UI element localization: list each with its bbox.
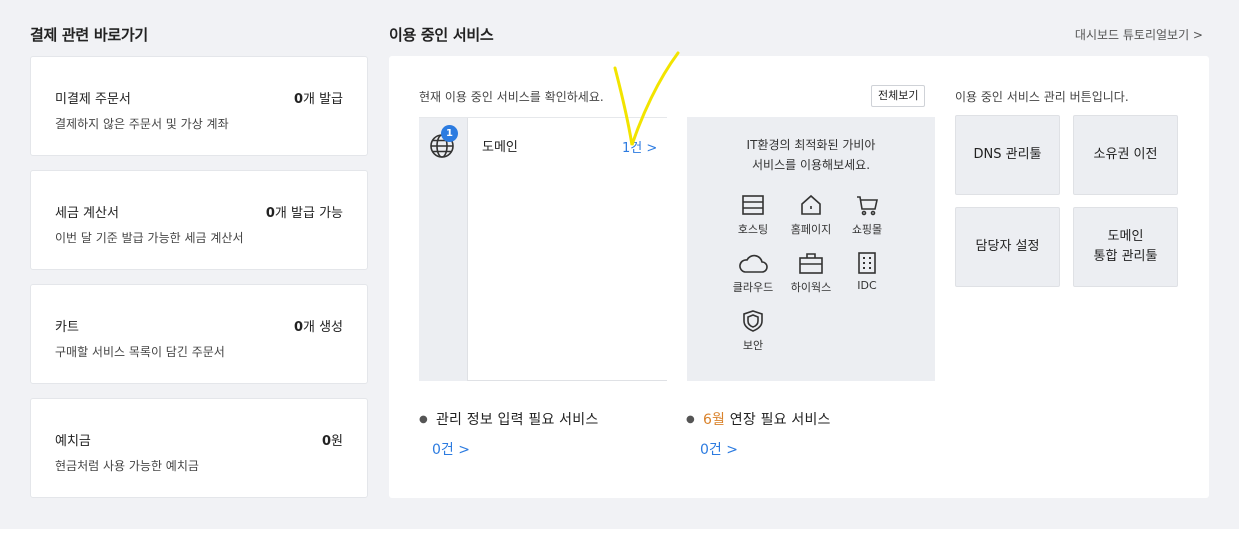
home-icon [801, 194, 821, 215]
hosting-item[interactable]: 호스팅 [725, 193, 781, 237]
building-icon [858, 252, 876, 274]
card-title: 예치금 [55, 434, 91, 449]
card-desc: 구매할 서비스 목록이 담긴 주문서 [55, 345, 225, 359]
service-icon-column: 1 [419, 118, 468, 381]
domain-integrated-manager-button[interactable]: 도메인 통합 관리툴 [1073, 207, 1178, 287]
service-promo-box: IT환경의 최적화된 가비아 서비스를 이용해보세요. 호스팅 홈페이지 쇼핑몰 [687, 117, 935, 381]
card-title: 세금 계산서 [55, 206, 119, 221]
shield-icon [743, 310, 763, 332]
info-required-services: ● 관리 정보 입력 필요 서비스 [419, 412, 599, 428]
deposit-card[interactable]: 예치금 0원 현금처럼 사용 가능한 예치금 [30, 398, 368, 498]
services-desc: 현재 이용 중인 서비스를 확인하세요. [419, 90, 604, 104]
service-list: 1 도메인 1건 > [419, 117, 667, 381]
domain-service-name[interactable]: 도메인 [482, 136, 518, 155]
card-desc: 이번 달 기준 발급 가능한 세금 계산서 [55, 231, 244, 245]
renewal-required-count-link[interactable]: 0건 > [700, 439, 738, 459]
cloud-icon [739, 254, 768, 273]
info-required-count-link[interactable]: 0건 > [432, 439, 470, 459]
dns-manager-button[interactable]: DNS 관리툴 [955, 115, 1060, 195]
cart-icon [857, 196, 878, 216]
shopping-item[interactable]: 쇼핑몰 [839, 193, 895, 237]
hiworks-item[interactable]: 하이웍스 [783, 251, 839, 295]
promo-text: IT환경의 최적화된 가비아 서비스를 이용해보세요. [746, 138, 876, 172]
domain-count-badge: 1 [441, 125, 458, 142]
card-value: 0개 발급 [293, 92, 343, 107]
server-icon [742, 195, 764, 215]
dashboard-tutorial-link[interactable]: 대시보드 튜토리얼보기 > [1075, 26, 1203, 43]
security-item[interactable]: 보안 [725, 309, 781, 353]
management-desc: 이용 중인 서비스 관리 버튼입니다. [955, 90, 1129, 104]
contact-settings-button[interactable]: 담당자 설정 [955, 207, 1060, 287]
card-value: 0개 생성 [293, 320, 343, 335]
card-title: 카트 [55, 320, 79, 335]
card-title: 미결제 주문서 [55, 92, 131, 107]
billing-section-title: 결제 관련 바로가기 [30, 26, 148, 44]
unpaid-order-card[interactable]: 미결제 주문서 0개 발급 결제하지 않은 주문서 및 가상 계좌 [30, 56, 368, 156]
briefcase-icon [799, 253, 823, 274]
renewal-required-services: ● 6월 연장 필요 서비스 [686, 412, 831, 428]
homepage-item[interactable]: 홈페이지 [783, 193, 839, 237]
services-section-title: 이용 중인 서비스 [389, 26, 494, 44]
card-desc: 현금처럼 사용 가능한 예치금 [55, 459, 199, 473]
card-value: 0개 발급 가능 [265, 206, 343, 221]
ownership-transfer-button[interactable]: 소유권 이전 [1073, 115, 1178, 195]
card-value: 0원 [321, 434, 343, 449]
tax-invoice-card[interactable]: 세금 계산서 0개 발급 가능 이번 달 기준 발급 가능한 세금 계산서 [30, 170, 368, 270]
view-all-button[interactable]: 전체보기 [871, 85, 926, 107]
page-footer-band [0, 529, 1239, 539]
cloud-item[interactable]: 클라우드 [725, 251, 781, 295]
checkmark-annotation [613, 51, 680, 146]
idc-item[interactable]: IDC [839, 251, 895, 292]
card-desc: 결제하지 않은 주문서 및 가상 계좌 [55, 117, 229, 131]
services-panel: 현재 이용 중인 서비스를 확인하세요. 전체보기 1 도메인 1건 > IT환… [389, 56, 1209, 498]
cart-card[interactable]: 카트 0개 생성 구매할 서비스 목록이 담긴 주문서 [30, 284, 368, 384]
